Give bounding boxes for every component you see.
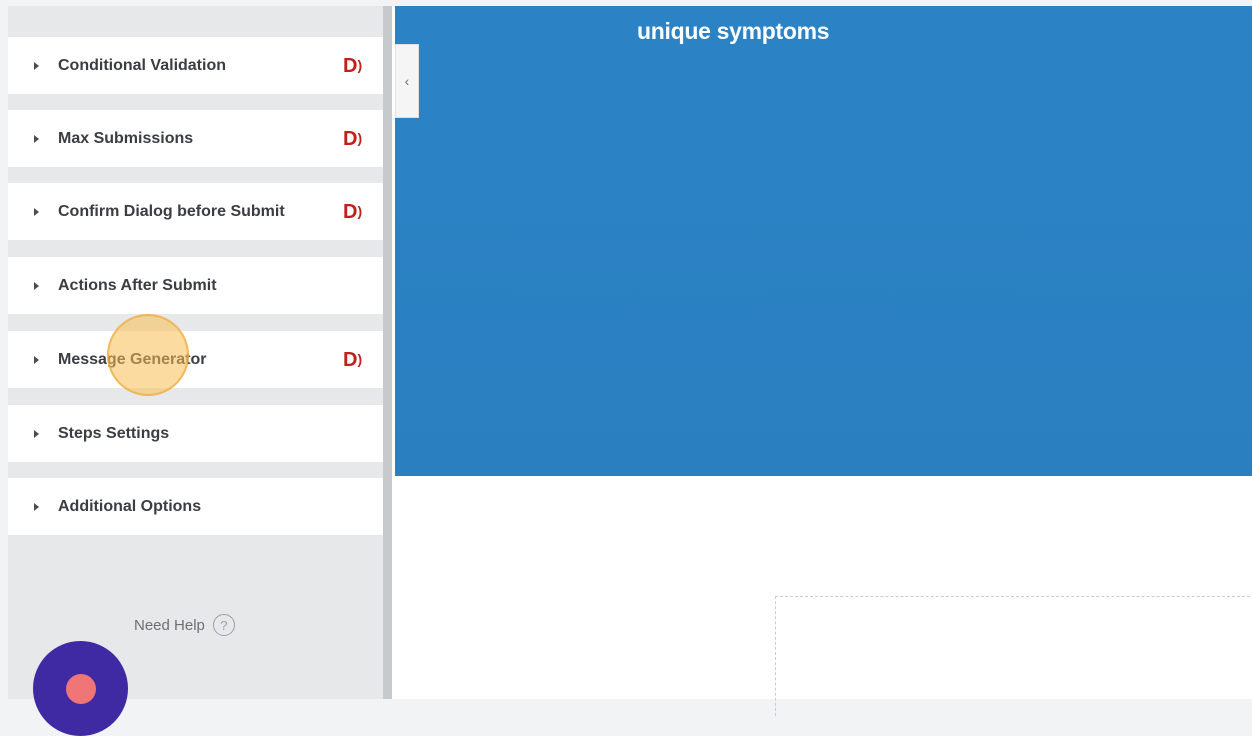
section-steps-settings[interactable]: Steps Settings [8, 405, 383, 462]
caret-right-icon [34, 281, 39, 290]
chat-launcher-button[interactable] [33, 641, 128, 736]
caret-right-icon [34, 355, 39, 364]
caret-right-icon [34, 207, 39, 216]
chat-dot-icon [66, 674, 96, 704]
need-help-link[interactable]: Need Help ? [134, 614, 235, 636]
section-max-submissions[interactable]: Max Submissions D) [8, 110, 383, 167]
pro-badge-icon: D) [343, 200, 362, 223]
pro-badge-icon: D) [343, 54, 362, 77]
editor-window: Conditional Validation D) Max Submission… [0, 0, 1252, 736]
hero-title: unique symptoms [637, 18, 830, 44]
section-label: Steps Settings [58, 424, 170, 442]
section-label: Confirm Dialog before Submit [58, 202, 285, 220]
caret-right-icon [34, 61, 39, 70]
question-circle-icon: ? [212, 614, 235, 636]
section-label: Max Submissions [58, 129, 194, 147]
section-message-generator[interactable]: Message Generator D) [8, 331, 383, 388]
caret-right-icon [34, 502, 39, 511]
section-label: Actions After Submit [58, 276, 217, 294]
caret-right-icon [34, 134, 39, 143]
settings-panel: Conditional Validation D) Max Submission… [8, 6, 383, 736]
section-additional-options[interactable]: Additional Options [8, 478, 383, 535]
pro-badge-icon: D) [343, 348, 362, 371]
hero-banner: unique symptoms [395, 6, 1252, 476]
section-label: Conditional Validation [58, 56, 226, 74]
caret-right-icon [34, 429, 39, 438]
section-actions-after-submit[interactable]: Actions After Submit [8, 257, 383, 314]
drop-zone[interactable] [775, 596, 1252, 716]
chevron-left-icon: ‹ [404, 73, 410, 89]
section-conditional-validation[interactable]: Conditional Validation D) [8, 37, 383, 94]
section-label: Additional Options [58, 497, 202, 515]
collapse-panel-button[interactable]: ‹ [395, 44, 419, 118]
section-label: Message Generator [58, 350, 207, 368]
pro-badge-icon: D) [343, 127, 362, 150]
section-confirm-dialog[interactable]: Confirm Dialog before Submit D) [8, 183, 383, 240]
need-help-label: Need Help [134, 616, 205, 634]
panel-scrollbar[interactable] [383, 6, 392, 699]
